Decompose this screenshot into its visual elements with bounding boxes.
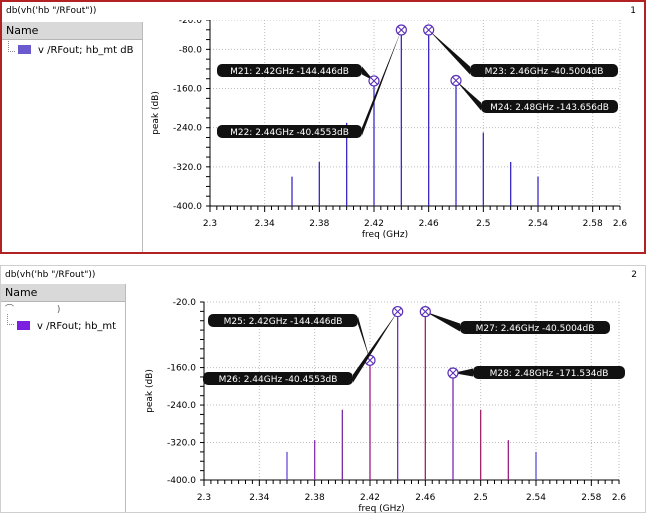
y-tick-label: -80.0 [179,45,203,55]
marker-callout-pointer [362,30,402,136]
legend-swatch [17,321,30,330]
y-tick-label: -160.0 [167,364,196,374]
x-tick-label: 2.6 [613,219,628,229]
legend-swatch [18,45,31,54]
marker-callout-pointer [456,80,481,111]
x-tick-label: 2.38 [309,219,329,229]
legend-item[interactable]: v /RFout; hb_mt dB [18,45,133,56]
marker-label-text: M26: 2.44GHz -40.4553dB [219,375,338,385]
x-tick-label: 2.3 [203,219,217,229]
panel-title: db(vh('hb "/RFout")) [6,6,97,16]
x-axis-label: freq (GHz) [362,230,408,240]
legend-label: v /RFout; hb_mt dB [38,45,134,56]
legend-sidebar: Name ⌒ ) v /RFout; hb_mt [1,284,126,512]
stem-chart-2[interactable]: 2.3 2.34 2.38 2.42 2.46 2.5 2.54 2.58 2.6 -20.0 -1… [126,284,641,530]
x-tick-label: 2.46 [419,219,439,229]
y-tick-label: -320.0 [167,439,196,449]
legend-sidebar: Name v /RFout; hb_mt dB [2,22,143,252]
y-tick-label: -160.0 [173,85,202,95]
panel-title: db(vh('hb "/RFout")) [5,270,96,280]
y-axis-label: peak (dB) [145,369,155,413]
legend-item[interactable]: v /RFout; hb_mt [17,321,116,332]
y-axis-label: peak (dB) [151,91,161,135]
x-tick-label: 2.5 [476,219,490,229]
marker-label-text: M21: 2.42GHz -144.446dB [230,67,349,77]
x-tick-label: 2.34 [249,493,269,503]
x-tick-label: 2.3 [197,493,211,503]
sidebar-header[interactable]: Name [2,22,142,40]
marker-label-text: M24: 2.48GHz -143.656dB [490,103,609,113]
y-tick-label: -20.0 [173,298,197,308]
sidebar-header[interactable]: Name [1,284,125,302]
marker-callout-pointer [428,30,470,75]
x-tick-label: 2.54 [528,219,548,229]
x-tick-label: 2.38 [305,493,325,503]
panel-number: 1 [630,6,636,16]
x-tick-label: 2.34 [255,219,275,229]
marker-callout-pointer [353,311,398,383]
x-tick-label: 2.46 [415,493,435,503]
x-tick-label: 2.42 [360,493,380,503]
x-tick-label: 2.5 [474,493,488,503]
graph-panel-1[interactable]: db(vh('hb "/RFout")) 1 Name v /RFout; hb… [0,0,646,254]
marker-label-text: M28: 2.48GHz -171.534dB [490,369,609,379]
x-tick-label: 2.54 [526,493,546,503]
graph-panel-2[interactable]: db(vh('hb "/RFout")) 2 Name ⌒ ) v /RFout… [0,265,646,514]
x-tick-label: 2.58 [583,219,603,229]
y-tick-label: -320.0 [173,163,202,173]
tree-connector [7,314,14,325]
panel-number: 2 [631,270,637,280]
y-tick-label: -240.0 [173,124,202,134]
marker-label-text: M25: 2.42GHz -144.446dB [224,317,343,327]
y-tick-label: -400.0 [173,202,202,212]
marker-label-text: M27: 2.46GHz -40.5004dB [476,324,595,334]
marker-label-text: M22: 2.44GHz -40.4553dB [230,128,349,138]
y-tick-label: -20.0 [179,20,203,26]
marker-label-text: M23: 2.46GHz -40.5004dB [485,67,604,77]
x-tick-label: 2.6 [612,493,627,503]
stem-chart-1[interactable]: 2.3 2.34 2.38 2.42 2.46 2.5 2.54 2.58 2.6 -20.0 -8… [142,20,642,254]
tree-connector [8,41,15,52]
x-tick-label: 2.58 [581,493,601,503]
marker-callout-pointer [425,311,460,332]
legend-label: v /RFout; hb_mt [37,321,117,332]
x-tick-label: 2.42 [364,219,384,229]
y-tick-label: -240.0 [167,401,196,411]
y-tick-label: -400.0 [167,476,196,486]
